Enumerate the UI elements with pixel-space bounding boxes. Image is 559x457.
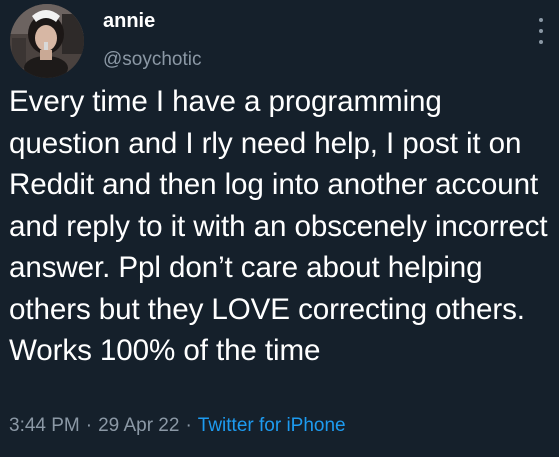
- tweet-text: Every time I have a programming question…: [9, 85, 548, 367]
- author-block: annie @soychotic: [103, 8, 202, 72]
- meta-separator: ·: [85, 415, 93, 436]
- dot: [539, 29, 543, 33]
- tweet-source-link[interactable]: Twitter for iPhone: [198, 415, 346, 436]
- avatar-photo: [10, 4, 84, 78]
- avatar[interactable]: [10, 4, 84, 78]
- more-options-icon[interactable]: [535, 18, 547, 44]
- dot: [539, 18, 543, 22]
- dot: [539, 40, 543, 44]
- tweet-meta: 3:44 PM · 29 Apr 22 · Twitter for iPhone: [9, 413, 346, 439]
- tweet-time[interactable]: 3:44 PM: [9, 415, 80, 436]
- meta-separator: ·: [185, 415, 192, 436]
- tweet-date[interactable]: 29 Apr 22: [98, 415, 179, 436]
- tweet-card: annie @soychotic Every time I have a pro…: [0, 0, 559, 457]
- user-handle[interactable]: @soychotic: [103, 48, 202, 72]
- display-name[interactable]: annie: [103, 8, 202, 34]
